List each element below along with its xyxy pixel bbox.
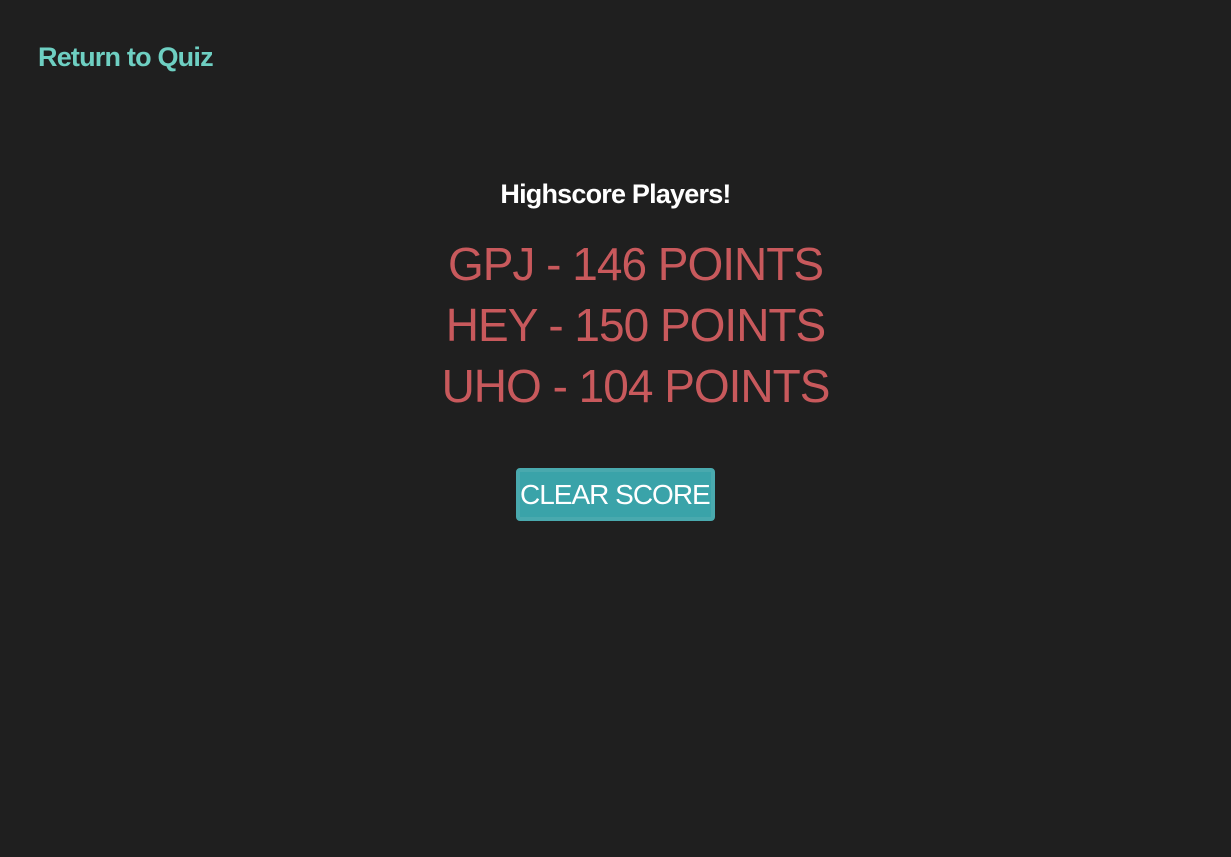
score-entry: UHO - 104 POINTS xyxy=(441,360,831,412)
clear-scores-button[interactable]: CLEAR SCORES xyxy=(516,468,715,521)
return-to-quiz-link[interactable]: Return to Quiz xyxy=(38,40,214,74)
highscore-list: GPJ - 146 POINTS HEY - 150 POINTS UHO - … xyxy=(0,234,1231,417)
page-title: Highscore Players! xyxy=(500,179,731,209)
score-entry: HEY - 150 POINTS xyxy=(445,299,826,351)
score-entry: GPJ - 146 POINTS xyxy=(447,238,824,290)
